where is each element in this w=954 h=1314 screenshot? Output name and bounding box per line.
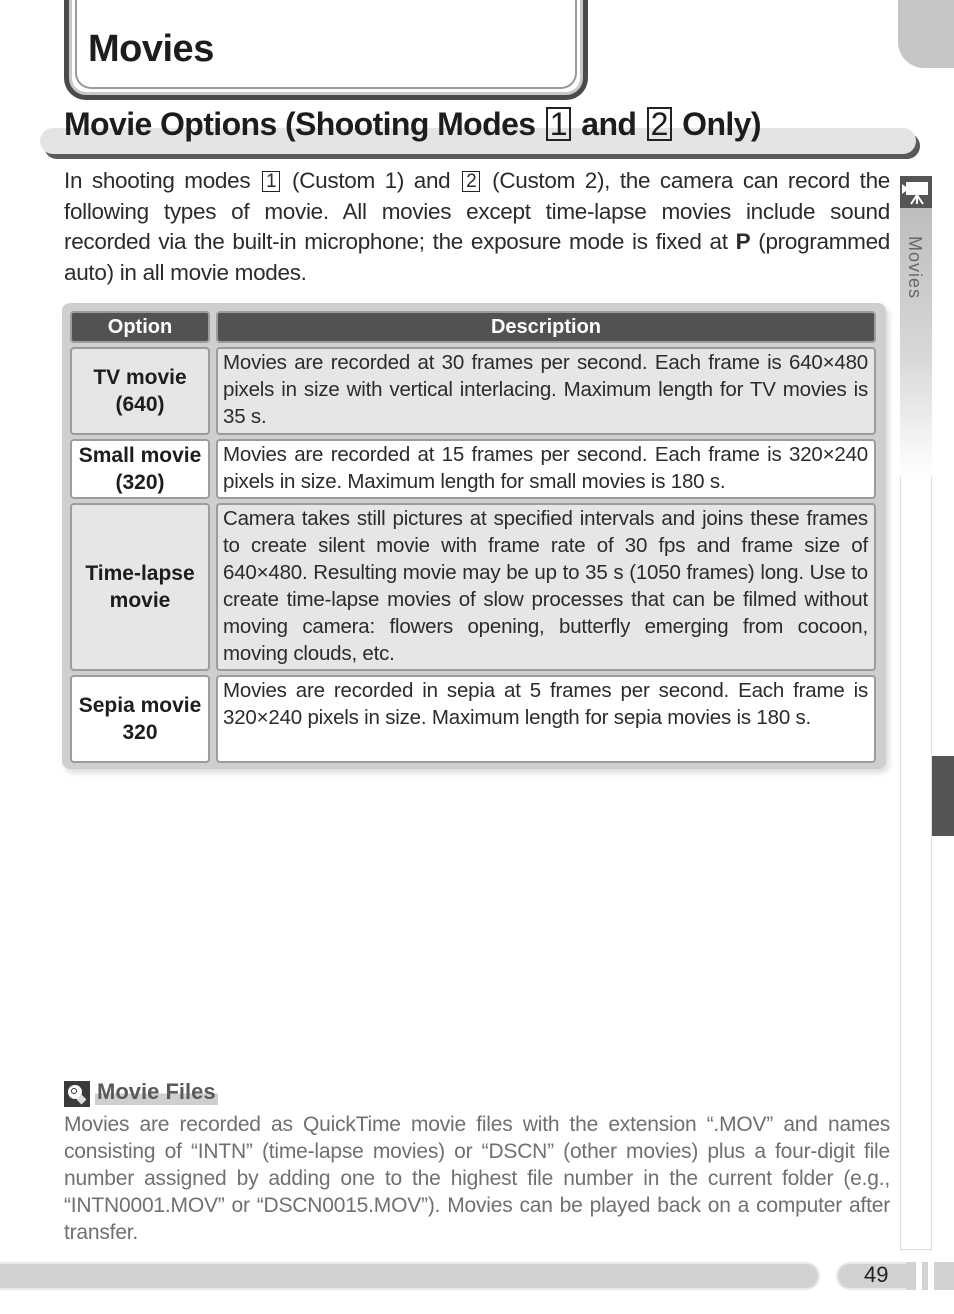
table-row-option: Time-lapse movie [70, 503, 210, 671]
footer-bar [0, 1262, 820, 1290]
table-row-option: Sepia movie 320 [70, 675, 210, 763]
section-title-and: and [581, 106, 637, 142]
note-title: Movie Files [95, 1079, 218, 1105]
option-size: movie [109, 589, 171, 612]
page-number: 49 [864, 1262, 889, 1287]
chapter-title: Movies [88, 28, 214, 70]
option-size: (320) [115, 471, 165, 494]
shooting-mode-2-icon: 2 [462, 171, 481, 192]
side-tab-label: Movies [905, 236, 925, 300]
chapter-position-marker [932, 756, 954, 836]
table-header-option: Option [70, 311, 210, 343]
option-name: TV movie [93, 366, 187, 389]
option-size: (640) [115, 393, 165, 416]
movie-options-table: Option Description TV movie (640) Movies … [62, 303, 886, 769]
intro-text: (Custom 1) and [292, 168, 451, 193]
intro-text: In shooting modes [64, 168, 251, 193]
movie-camera-icon [900, 176, 932, 208]
shooting-mode-2-icon: 2 [646, 107, 672, 142]
intro-paragraph: In shooting modes 1 (Custom 1) and 2 (Cu… [64, 166, 890, 288]
section-title-text: Movie Options (Shooting Modes [64, 106, 536, 142]
top-corner-tab [898, 0, 954, 68]
section-title: Movie Options (Shooting Modes 1 and 2 On… [64, 106, 762, 143]
option-name: Sepia movie [78, 694, 202, 717]
table-row-description: Camera takes still pictures at specified… [216, 503, 876, 671]
table-row-description: Movies are recorded at 15 frames per sec… [216, 439, 876, 499]
note-body: Movies are recorded as QuickTime movie f… [64, 1113, 890, 1244]
option-name: Small movie [78, 444, 202, 467]
section-title-end: Only) [682, 106, 761, 142]
side-divider [900, 476, 901, 1251]
table-row-description: Movies are recorded in sepia at 5 frames… [216, 675, 876, 763]
side-chapter-tab[interactable]: Movies [900, 176, 932, 1251]
table-row-description: Movies are recorded at 30 frames per sec… [216, 347, 876, 435]
table-row-option: Small movie (320) [70, 439, 210, 499]
side-divider [931, 476, 932, 1251]
option-size: 320 [122, 721, 158, 744]
option-name: Time-lapse [85, 562, 195, 585]
table-header-description: Description [216, 311, 876, 343]
side-divider [900, 1249, 932, 1250]
footer-stripe [922, 1262, 928, 1290]
shooting-mode-1-icon: 1 [262, 171, 281, 192]
footer-stripe [934, 1262, 954, 1290]
program-mode-label: P [735, 229, 751, 254]
shooting-mode-1-icon: 1 [545, 107, 571, 142]
tip-icon [64, 1081, 90, 1107]
footer-stripe [906, 1262, 916, 1290]
table-row-option: TV movie (640) [70, 347, 210, 435]
